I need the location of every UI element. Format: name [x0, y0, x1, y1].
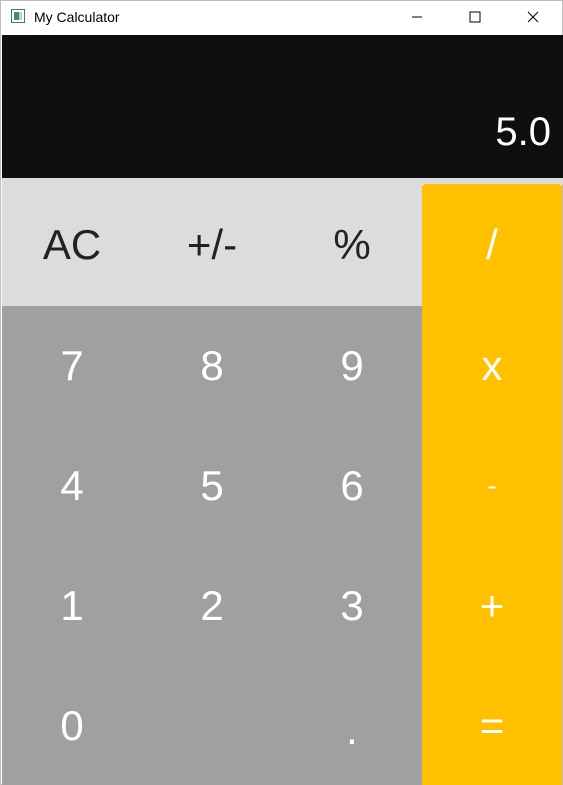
digit-0-button[interactable]: 0 — [2, 666, 142, 785]
decimal-point-button[interactable]: . — [282, 666, 422, 785]
blank-button[interactable] — [142, 666, 282, 785]
display-value: 5.0 — [495, 110, 551, 154]
close-button[interactable] — [510, 1, 556, 33]
multiply-button[interactable]: x — [422, 306, 562, 426]
digit-3-button[interactable]: 3 — [282, 546, 422, 666]
all-clear-button[interactable]: AC — [2, 184, 142, 306]
equals-button[interactable]: = — [422, 666, 562, 785]
subtract-button[interactable]: - — [422, 426, 562, 546]
digit-2-button[interactable]: 2 — [142, 546, 282, 666]
digit-9-button[interactable]: 9 — [282, 306, 422, 426]
maximize-button[interactable] — [452, 1, 498, 33]
keypad: AC +/- % / 7 8 9 x 4 5 6 - 1 2 3 + 0 . = — [2, 184, 563, 785]
digit-1-button[interactable]: 1 — [2, 546, 142, 666]
title-bar[interactable]: My Calculator — [1, 1, 562, 34]
calculator-window: My Calculator 5.0 AC +/- % / 7 8 9 x 4 5… — [0, 0, 563, 785]
digit-8-button[interactable]: 8 — [142, 306, 282, 426]
minimize-button[interactable] — [394, 1, 440, 33]
window-title: My Calculator — [34, 9, 120, 25]
digit-4-button[interactable]: 4 — [2, 426, 142, 546]
sign-toggle-button[interactable]: +/- — [142, 184, 282, 306]
divide-button[interactable]: / — [422, 184, 562, 306]
calculator-display: 5.0 — [2, 35, 563, 178]
close-icon — [527, 11, 539, 23]
digit-7-button[interactable]: 7 — [2, 306, 142, 426]
maximize-icon — [469, 11, 481, 23]
add-button[interactable]: + — [422, 546, 562, 666]
digit-5-button[interactable]: 5 — [142, 426, 282, 546]
percent-button[interactable]: % — [282, 184, 422, 306]
minimize-icon — [411, 11, 423, 23]
digit-6-button[interactable]: 6 — [282, 426, 422, 546]
app-icon — [11, 9, 25, 23]
